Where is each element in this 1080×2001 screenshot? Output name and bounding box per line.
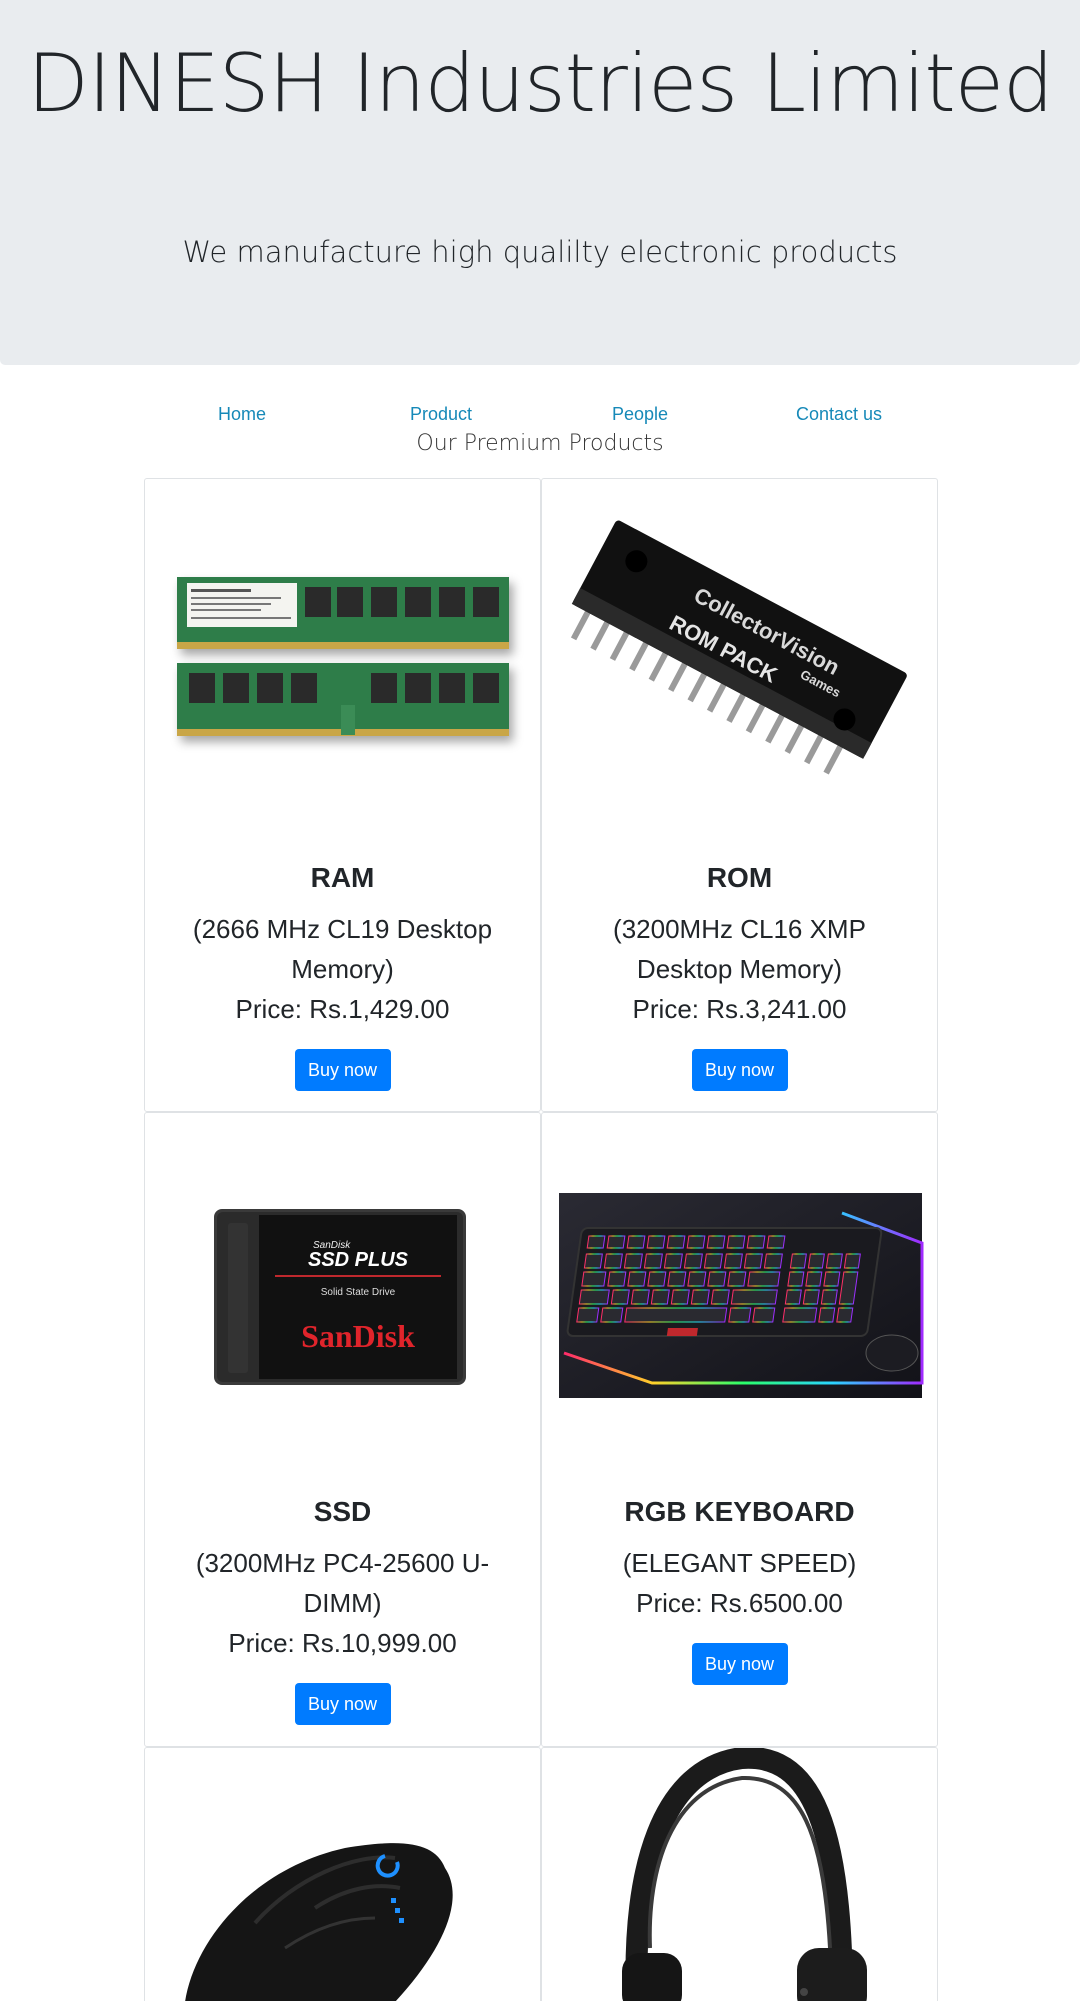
buy-now-button[interactable]: Buy now [691,1049,788,1091]
product-card-ssd: SanDisk SSD PLUS Solid State Drive SanDi… [144,1112,541,1747]
product-description: (ELEGANT SPEED) [622,1548,857,1578]
buy-now-button[interactable]: Buy now [294,1683,391,1725]
product-price: Price: Rs.10,999.00 [228,1628,457,1658]
ram-module-image [145,479,540,849]
product-card-gaming-mouse [144,1747,541,2001]
nav-link-contact[interactable]: Contact us [739,398,939,430]
rom-chip-image: CollectorVision Games ROM PACK [542,479,937,849]
product-card-rom: CollectorVision Games ROM PACK ROM (3200… [541,478,938,1112]
section-title: Our Premium Products [416,431,664,456]
company-tagline: We manufacture high qualilty electronic … [182,235,898,269]
ssd-brand-logo: SanDisk [301,1318,415,1354]
gaming-mouse-image [145,1748,540,2001]
jumbotron-header: DINESH Industries Limited We manufacture… [0,0,1080,365]
product-description: (2666 MHz CL19 Desktop Memory) [192,914,493,984]
rgb-keyboard-image [542,1113,937,1483]
company-title: DINESH Industries Limited [27,37,1054,130]
product-name: RGB KEYBOARD [624,1496,855,1527]
buy-now-button[interactable]: Buy now [294,1049,391,1091]
product-description: (3200MHz CL16 XMP Desktop Memory) [613,914,866,984]
headphones-image [542,1746,937,2001]
product-description: (3200MHz PC4-25600 U-DIMM) [195,1548,490,1618]
ssd-image: SanDisk SSD PLUS Solid State Drive SanDi… [145,1113,540,1483]
product-card-rgb-keyboard: RGB KEYBOARD (ELEGANT SPEED) Price: Rs.6… [541,1112,938,1747]
product-card-ram: RAM (2666 MHz CL19 Desktop Memory) Price… [144,478,541,1112]
ssd-subtitle: Solid State Drive [321,1287,396,1298]
product-price: Price: Rs.6500.00 [636,1588,843,1618]
product-name: ROM [706,862,773,893]
product-name: RAM [310,862,375,893]
nav-link-home[interactable]: Home [142,398,342,430]
product-name: SSD [313,1496,372,1527]
ssd-model-text: SSD PLUS [308,1249,409,1271]
buy-now-button[interactable]: Buy now [691,1643,788,1685]
nav-link-product[interactable]: Product [341,398,541,430]
product-price: Price: Rs.3,241.00 [632,994,847,1024]
product-card-headphones [541,1746,938,2001]
main-nav: Home Product People Contact us [0,398,1080,430]
product-price: Price: Rs.1,429.00 [235,994,450,1024]
nav-link-people[interactable]: People [540,398,740,430]
